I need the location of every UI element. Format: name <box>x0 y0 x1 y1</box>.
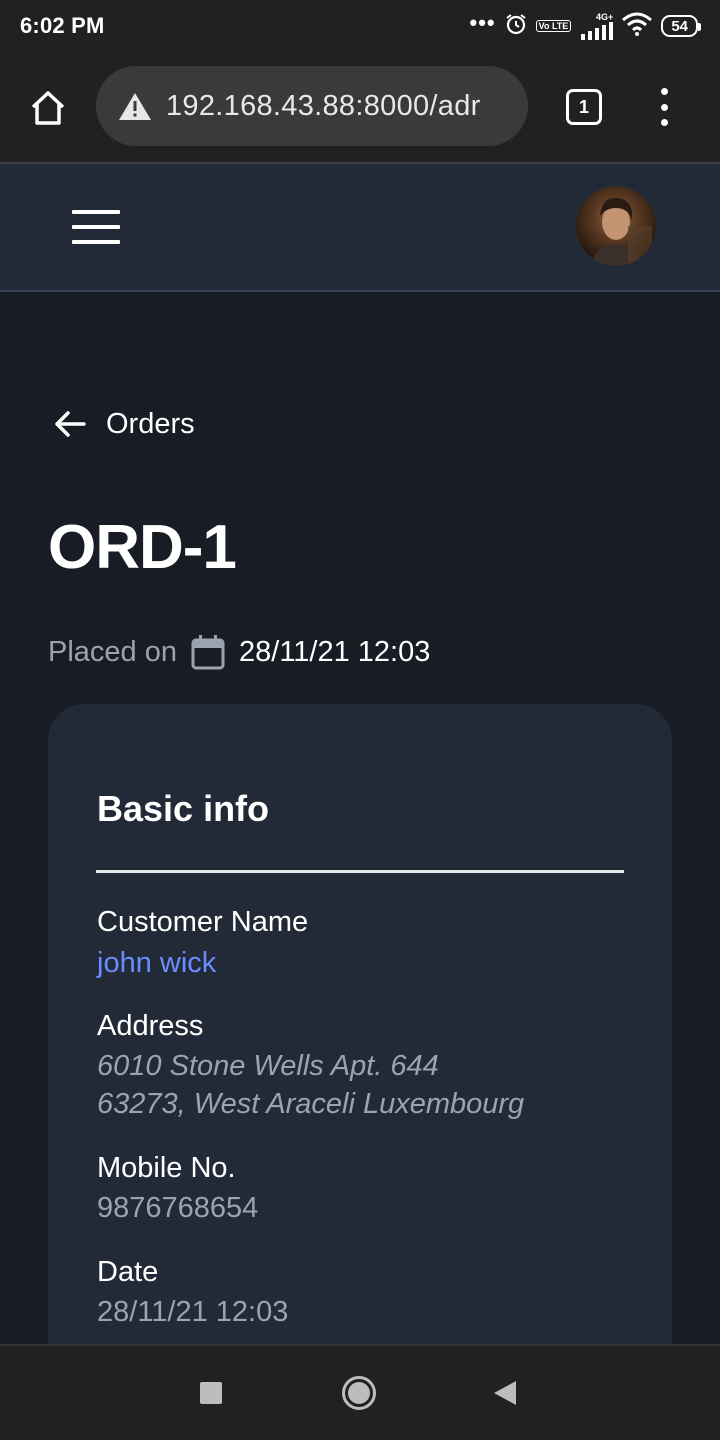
app-header <box>0 162 720 292</box>
home-nav-icon[interactable] <box>342 1376 376 1410</box>
address-line-1: 6010 Stone Wells Apt. 644 <box>97 1050 439 1082</box>
signal-icon: 4G+ <box>579 11 614 40</box>
basic-info-card: Basic info Customer Name john wick Addre… <box>48 704 672 1440</box>
placed-on-label: Placed on <box>48 635 177 668</box>
back-to-orders-link[interactable]: Orders <box>52 406 195 442</box>
wifi-icon <box>621 12 653 41</box>
back-nav-icon[interactable] <box>494 1381 516 1405</box>
hamburger-menu-icon[interactable] <box>72 210 120 244</box>
url-text[interactable]: 192.168.43.88:8000/adr <box>166 90 481 123</box>
browser-toolbar: 192.168.43.88:8000/adr 1 <box>0 52 720 162</box>
customer-name-link[interactable]: john wick <box>97 944 216 982</box>
address-bar[interactable]: 192.168.43.88:8000/adr <box>96 66 528 146</box>
warning-icon[interactable] <box>118 91 152 121</box>
card-divider <box>96 870 624 873</box>
arrow-left-icon <box>52 406 88 442</box>
placed-on-date: 28/11/21 12:03 <box>239 635 431 668</box>
address-label: Address <box>97 1010 204 1042</box>
status-bar: 6:02 PM ••• Vo LTE 4G+ 54 <box>0 0 720 52</box>
address-line-2: 63273, West Araceli Luxembourg <box>97 1088 525 1120</box>
status-icons: ••• Vo LTE 4G+ 54 <box>469 10 701 41</box>
page-title: ORD-1 <box>48 513 237 582</box>
system-nav-bar <box>0 1344 720 1440</box>
calendar-icon <box>191 634 225 670</box>
customer-name-label: Customer Name <box>97 906 309 938</box>
alarm-icon <box>504 12 528 41</box>
status-time: 6:02 PM <box>20 13 105 38</box>
more-vert-icon[interactable] <box>648 86 680 128</box>
recents-icon[interactable] <box>200 1382 222 1404</box>
card-title: Basic info <box>97 788 270 829</box>
back-label[interactable]: Orders <box>106 408 195 441</box>
mobile-value: 9876768654 <box>97 1192 259 1224</box>
date-value: 28/11/21 12:03 <box>97 1296 289 1328</box>
avatar[interactable] <box>576 186 656 266</box>
battery-icon: 54 <box>661 15 701 37</box>
home-icon[interactable] <box>28 88 68 128</box>
mobile-label: Mobile No. <box>97 1152 236 1184</box>
date-label: Date <box>97 1256 159 1288</box>
more-notifications-icon: ••• <box>469 10 496 35</box>
network-type-label: 4G+ <box>596 11 614 22</box>
placed-on-row: Placed on 28/11/21 12:03 <box>48 630 430 674</box>
tabs-icon[interactable]: 1 <box>566 89 602 125</box>
volte-icon: Vo LTE <box>535 20 572 32</box>
